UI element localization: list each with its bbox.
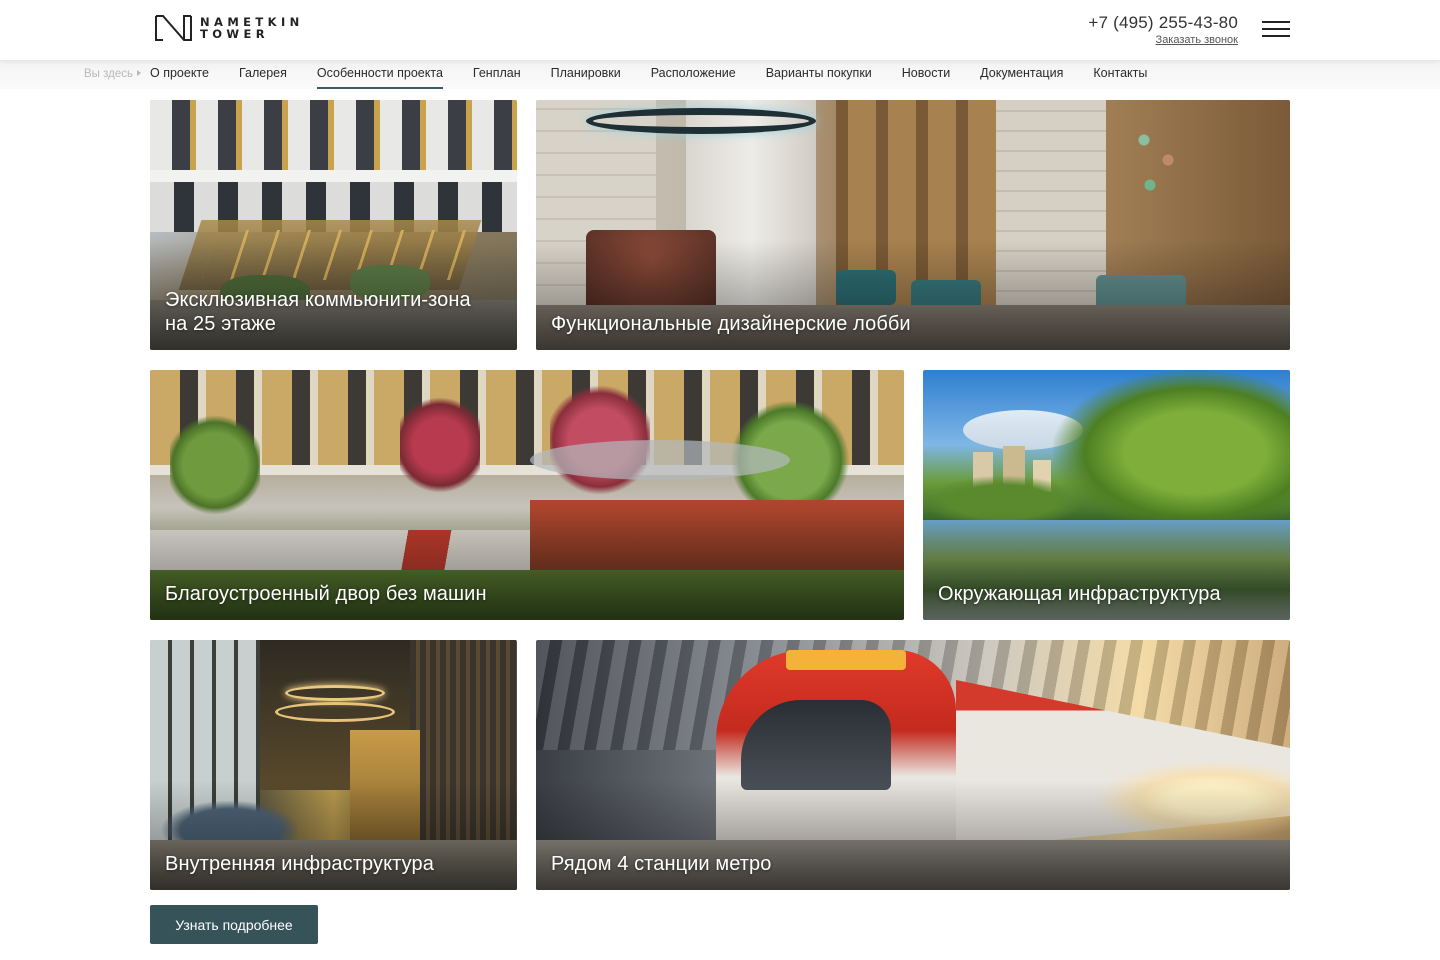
site-header: NAMETKIN TOWER +7 (495) 255-43-80 Заказа… bbox=[0, 0, 1440, 60]
nav-item-documents[interactable]: Документация bbox=[980, 66, 1063, 88]
tile-caption-line-1: Рядом 4 станции метро bbox=[551, 853, 772, 875]
feature-tile-surrounding-infrastructure[interactable]: Окружающая инфраструктура bbox=[923, 370, 1290, 620]
nav-item-features[interactable]: Особенности проекта bbox=[316, 66, 443, 89]
feature-tile-lobby[interactable]: Функциональные дизайнерские лобби bbox=[536, 100, 1290, 350]
menu-icon[interactable] bbox=[1262, 20, 1290, 38]
tile-caption: Функциональные дизайнерские лобби bbox=[551, 312, 911, 336]
section-nav: Вы здесь О проекте Галерея Особенности п… bbox=[0, 60, 1440, 89]
tile-caption: Эксклюзивная коммьюнити-зона на 25 этаже bbox=[165, 288, 471, 336]
logo-mark-icon bbox=[155, 15, 192, 41]
breadcrumb-arrow-icon bbox=[137, 70, 141, 76]
tile-caption: Рядом 4 станции метро bbox=[551, 852, 771, 876]
nav-item-about[interactable]: О проекте bbox=[150, 66, 209, 88]
tile-caption-line-2: на 25 этаже bbox=[165, 313, 276, 335]
learn-more-button[interactable]: Узнать подробнее bbox=[150, 905, 318, 944]
logo-text: NAMETKIN TOWER bbox=[200, 16, 304, 40]
nav-item-masterplan[interactable]: Генплан bbox=[473, 66, 521, 88]
tile-caption-line-1: Благоустроенный двор без машин bbox=[165, 583, 487, 605]
feature-tile-courtyard[interactable]: Благоустроенный двор без машин bbox=[150, 370, 904, 620]
nav-item-location[interactable]: Расположение bbox=[651, 66, 736, 88]
breadcrumb: Вы здесь bbox=[84, 68, 141, 80]
feature-tile-internal-infrastructure[interactable]: Внутренняя инфраструктура bbox=[150, 640, 517, 890]
tile-caption-line-1: Функциональные дизайнерские лобби bbox=[551, 313, 911, 335]
callback-link[interactable]: Заказать звонок bbox=[1156, 34, 1238, 46]
tile-caption: Окружающая инфраструктура bbox=[938, 582, 1221, 606]
logo-line-2: TOWER bbox=[200, 27, 270, 41]
feature-tile-metro[interactable]: Рядом 4 станции метро bbox=[536, 640, 1290, 890]
nav-item-gallery[interactable]: Галерея bbox=[239, 66, 287, 88]
logo[interactable]: NAMETKIN TOWER bbox=[155, 15, 304, 41]
nav-item-layouts[interactable]: Планировки bbox=[551, 66, 621, 88]
feature-tile-community-zone[interactable]: Эксклюзивная коммьюнити-зона на 25 этаже bbox=[150, 100, 517, 350]
nav-item-contacts[interactable]: Контакты bbox=[1093, 66, 1147, 88]
tile-caption-line-1: Внутренняя инфраструктура bbox=[165, 853, 434, 875]
breadcrumb-label: Вы здесь bbox=[84, 68, 133, 80]
tile-caption: Благоустроенный двор без машин bbox=[165, 582, 487, 606]
phone-number[interactable]: +7 (495) 255-43-80 bbox=[1088, 13, 1238, 33]
tile-caption-line-1: Эксклюзивная коммьюнити-зона bbox=[165, 289, 471, 311]
nav-item-purchase-options[interactable]: Варианты покупки bbox=[766, 66, 872, 88]
nav-item-news[interactable]: Новости bbox=[902, 66, 950, 88]
tile-caption-line-1: Окружающая инфраструктура bbox=[938, 583, 1221, 605]
tile-caption: Внутренняя инфраструктура bbox=[165, 852, 434, 876]
nav-items: О проекте Галерея Особенности проекта Ге… bbox=[150, 66, 1177, 89]
